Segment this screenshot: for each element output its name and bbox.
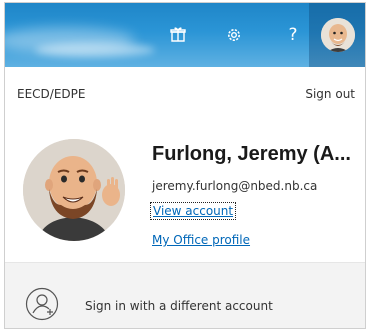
organization-row: EECD/EDPE Sign out (5, 67, 365, 109)
add-person-icon-svg (25, 287, 59, 321)
avatar-illustration (321, 18, 355, 52)
rewards-icon[interactable] (168, 25, 188, 45)
my-office-profile-link[interactable]: My Office profile (152, 233, 250, 247)
top-header-bar: ? (5, 3, 365, 67)
gear-icon-svg (228, 29, 240, 41)
organization-name: EECD/EDPE (17, 87, 86, 101)
account-display-name: Furlong, Jeremy (A... (152, 143, 351, 165)
header-background-cloud (35, 43, 155, 57)
account-email: jeremy.furlong@nbed.nb.ca (152, 179, 318, 193)
settings-gear-icon[interactable] (224, 25, 244, 45)
help-icon[interactable]: ? (283, 25, 303, 45)
account-manager-flyout: ? EECD/EDPE Sign out Furlong, Jeremy (A.… (4, 2, 366, 329)
header-avatar[interactable] (321, 18, 355, 52)
profile-avatar-illustration (23, 139, 125, 241)
sign-in-different-account-label: Sign in with a different account (85, 299, 273, 313)
sign-out-link[interactable]: Sign out (305, 87, 355, 101)
add-account-icon (25, 287, 59, 321)
profile-avatar (23, 139, 125, 241)
view-account-link[interactable]: View account (149, 202, 237, 220)
sign-in-different-account-row[interactable]: Sign in with a different account (5, 262, 365, 328)
rewards-icon-svg (170, 27, 186, 42)
